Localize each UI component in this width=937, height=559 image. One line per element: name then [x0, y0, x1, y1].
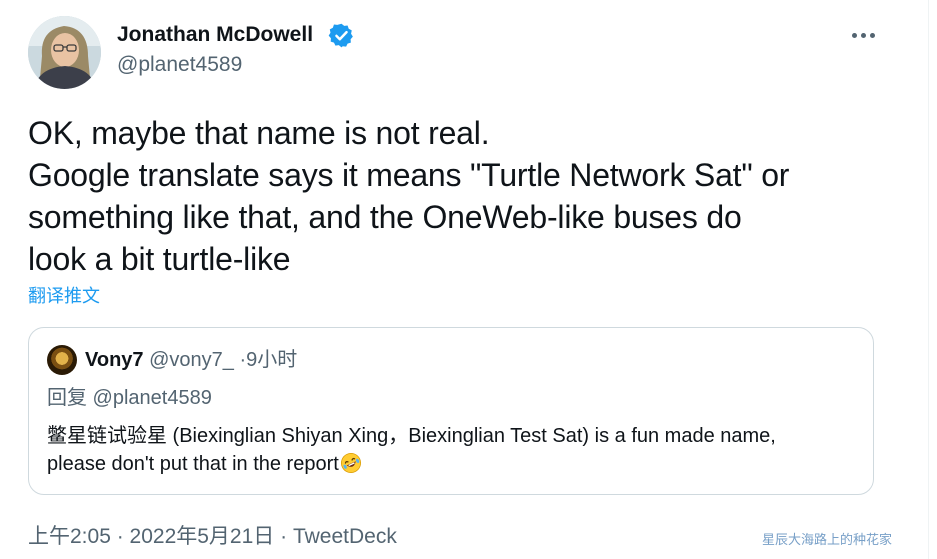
quoted-author-handle[interactable]: @vony7_: [149, 349, 234, 371]
more-dot: [860, 32, 866, 38]
watermark: 星辰大海路上的种花家: [762, 532, 893, 547]
portrait-avatar-icon: [28, 16, 101, 89]
quoted-tweet-time[interactable]: 9小时: [246, 349, 297, 371]
tweet-text-line: Google translate says it means "Turtle N…: [28, 157, 790, 193]
quoted-tweet-text: 鳖星链试验星 (Biexinglian Shiyan Xing，Biexingl…: [47, 422, 867, 478]
more-options-icon[interactable]: [847, 26, 879, 44]
tweet-text-line: look a bit turtle-like: [28, 241, 291, 277]
quoted-text-line-with-emoji: please don't put that in the report: [47, 450, 867, 478]
right-divider: [928, 0, 929, 559]
quoted-reply-to: 回复 @planet4589: [47, 387, 212, 409]
quoted-author-avatar[interactable]: [47, 345, 77, 375]
tweet-text-line: OK, maybe that name is not real.: [28, 115, 490, 151]
translate-tweet-link[interactable]: 翻译推文: [28, 283, 100, 309]
quoted-text-line: 鳖星链试验星 (Biexinglian Shiyan Xing，Biexingl…: [47, 425, 776, 447]
author-avatar[interactable]: [28, 16, 101, 89]
more-dot: [869, 32, 875, 38]
author-name[interactable]: Jonathan McDowell: [117, 20, 313, 50]
tweet-text: OK, maybe that name is not real. Google …: [28, 112, 908, 280]
author-handle[interactable]: @planet4589: [117, 50, 242, 80]
quoted-tweet-card[interactable]: Vony7 @vony7_ ·9小时 回复 @planet4589 鳖星链试验星…: [28, 327, 874, 495]
tweet-text-line: something like that, and the OneWeb-like…: [28, 199, 742, 235]
rolling-on-floor-laughing-icon: [340, 453, 361, 473]
quoted-text-line: please don't put that in the report: [47, 453, 339, 475]
quoted-tweet-header: Vony7 @vony7_ ·9小时: [85, 346, 297, 374]
more-dot: [851, 32, 857, 38]
verified-badge-icon: [328, 23, 353, 48]
tweet-timestamp-source[interactable]: 上午2:05 · 2022年5月21日 · TweetDeck: [28, 522, 397, 552]
quoted-author-name[interactable]: Vony7: [85, 349, 144, 371]
